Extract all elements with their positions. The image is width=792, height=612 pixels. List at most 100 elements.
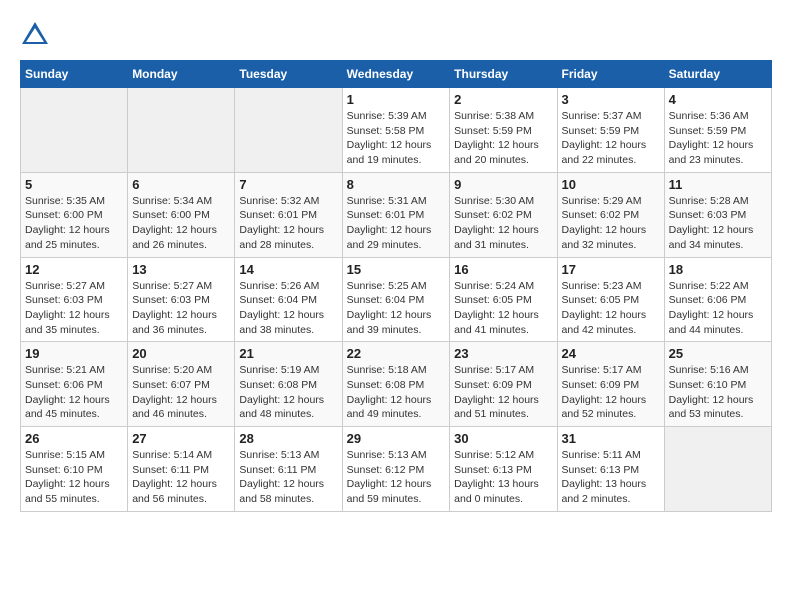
day-header-saturday: Saturday xyxy=(664,61,771,88)
day-number: 26 xyxy=(25,431,123,446)
logo-icon xyxy=(20,20,50,50)
calendar-cell xyxy=(664,427,771,512)
calendar-cell: 23 Sunrise: 5:17 AMSunset: 6:09 PMDayligh… xyxy=(450,342,557,427)
day-info: Sunrise: 5:14 AMSunset: 6:11 PMDaylight:… xyxy=(132,448,230,507)
day-info: Sunrise: 5:23 AMSunset: 6:05 PMDaylight:… xyxy=(562,279,660,338)
calendar-cell: 25Sunrise: 5:16 AMSunset: 6:10 PMDayligh… xyxy=(664,342,771,427)
calendar-cell xyxy=(21,88,128,173)
day-info: Sunrise: 5:30 AMSunset: 6:02 PMDaylight:… xyxy=(454,194,552,253)
calendar-cell: 16 Sunrise: 5:24 AMSunset: 6:05 PMDayligh… xyxy=(450,257,557,342)
day-number: 28 xyxy=(239,431,337,446)
calendar-cell: 2 Sunrise: 5:38 AMSunset: 5:59 PMDaylight… xyxy=(450,88,557,173)
day-info: Sunrise: 5:12 AMSunset: 6:13 PMDaylight:… xyxy=(454,448,552,507)
day-number: 5 xyxy=(25,177,123,192)
day-number: 20 xyxy=(132,346,230,361)
day-info: Sunrise: 5:22 AMSunset: 6:06 PMDaylight:… xyxy=(669,279,767,338)
day-number: 12 xyxy=(25,262,123,277)
day-number: 21 xyxy=(239,346,337,361)
calendar-cell: 11 Sunrise: 5:28 AMSunset: 6:03 PMDayligh… xyxy=(664,172,771,257)
calendar-cell: 8 Sunrise: 5:31 AMSunset: 6:01 PMDaylight… xyxy=(342,172,450,257)
day-info: Sunrise: 5:19 AMSunset: 6:08 PMDaylight:… xyxy=(239,363,337,422)
day-number: 16 xyxy=(454,262,552,277)
calendar-cell: 24 Sunrise: 5:17 AMSunset: 6:09 PMDayligh… xyxy=(557,342,664,427)
calendar-cell: 18 Sunrise: 5:22 AMSunset: 6:06 PMDayligh… xyxy=(664,257,771,342)
day-info: Sunrise: 5:13 AMSunset: 6:12 PMDaylight:… xyxy=(347,448,446,507)
day-number: 25 xyxy=(669,346,767,361)
calendar-cell: 28 Sunrise: 5:13 AMSunset: 6:11 PMDayligh… xyxy=(235,427,342,512)
day-number: 18 xyxy=(669,262,767,277)
calendar-cell: 19Sunrise: 5:21 AMSunset: 6:06 PMDayligh… xyxy=(21,342,128,427)
calendar-cell: 26 Sunrise: 5:15 AMSunset: 6:10 PMDayligh… xyxy=(21,427,128,512)
day-info: Sunrise: 5:17 AMSunset: 6:09 PMDaylight:… xyxy=(562,363,660,422)
day-number: 24 xyxy=(562,346,660,361)
calendar: SundayMondayTuesdayWednesdayThursdayFrid… xyxy=(20,60,772,512)
day-number: 2 xyxy=(454,92,552,107)
day-header-monday: Monday xyxy=(128,61,235,88)
day-number: 4 xyxy=(669,92,767,107)
calendar-week-row: 1 Sunrise: 5:39 AMSunset: 5:58 PMDaylight… xyxy=(21,88,772,173)
day-info: Sunrise: 5:26 AMSunset: 6:04 PMDaylight:… xyxy=(239,279,337,338)
day-number: 10 xyxy=(562,177,660,192)
day-number: 11 xyxy=(669,177,767,192)
day-info: Sunrise: 5:35 AMSunset: 6:00 PMDaylight:… xyxy=(25,194,123,253)
day-number: 15 xyxy=(347,262,446,277)
day-number: 7 xyxy=(239,177,337,192)
calendar-cell: 29 Sunrise: 5:13 AMSunset: 6:12 PMDayligh… xyxy=(342,427,450,512)
calendar-week-row: 19Sunrise: 5:21 AMSunset: 6:06 PMDayligh… xyxy=(21,342,772,427)
day-info: Sunrise: 5:28 AMSunset: 6:03 PMDaylight:… xyxy=(669,194,767,253)
day-info: Sunrise: 5:24 AMSunset: 6:05 PMDaylight:… xyxy=(454,279,552,338)
day-info: Sunrise: 5:36 AMSunset: 5:59 PMDaylight:… xyxy=(669,109,767,168)
day-header-wednesday: Wednesday xyxy=(342,61,450,88)
calendar-cell: 31Sunrise: 5:11 AMSunset: 6:13 PMDayligh… xyxy=(557,427,664,512)
calendar-cell: 10 Sunrise: 5:29 AMSunset: 6:02 PMDayligh… xyxy=(557,172,664,257)
day-header-thursday: Thursday xyxy=(450,61,557,88)
calendar-cell xyxy=(235,88,342,173)
day-info: Sunrise: 5:18 AMSunset: 6:08 PMDaylight:… xyxy=(347,363,446,422)
day-number: 1 xyxy=(347,92,446,107)
day-info: Sunrise: 5:15 AMSunset: 6:10 PMDaylight:… xyxy=(25,448,123,507)
calendar-cell: 27 Sunrise: 5:14 AMSunset: 6:11 PMDayligh… xyxy=(128,427,235,512)
day-number: 19 xyxy=(25,346,123,361)
day-number: 22 xyxy=(347,346,446,361)
day-number: 29 xyxy=(347,431,446,446)
logo xyxy=(20,20,54,50)
calendar-cell: 12 Sunrise: 5:27 AMSunset: 6:03 PMDayligh… xyxy=(21,257,128,342)
day-info: Sunrise: 5:38 AMSunset: 5:59 PMDaylight:… xyxy=(454,109,552,168)
day-info: Sunrise: 5:31 AMSunset: 6:01 PMDaylight:… xyxy=(347,194,446,253)
day-info: Sunrise: 5:11 AMSunset: 6:13 PMDaylight:… xyxy=(562,448,660,507)
calendar-week-row: 5 Sunrise: 5:35 AMSunset: 6:00 PMDaylight… xyxy=(21,172,772,257)
header xyxy=(20,20,772,50)
day-number: 17 xyxy=(562,262,660,277)
day-header-friday: Friday xyxy=(557,61,664,88)
day-info: Sunrise: 5:20 AMSunset: 6:07 PMDaylight:… xyxy=(132,363,230,422)
day-info: Sunrise: 5:27 AMSunset: 6:03 PMDaylight:… xyxy=(132,279,230,338)
calendar-cell: 4 Sunrise: 5:36 AMSunset: 5:59 PMDaylight… xyxy=(664,88,771,173)
day-number: 27 xyxy=(132,431,230,446)
calendar-cell: 17 Sunrise: 5:23 AMSunset: 6:05 PMDayligh… xyxy=(557,257,664,342)
day-number: 14 xyxy=(239,262,337,277)
day-info: Sunrise: 5:37 AMSunset: 5:59 PMDaylight:… xyxy=(562,109,660,168)
day-number: 9 xyxy=(454,177,552,192)
day-info: Sunrise: 5:34 AMSunset: 6:00 PMDaylight:… xyxy=(132,194,230,253)
calendar-cell: 15 Sunrise: 5:25 AMSunset: 6:04 PMDayligh… xyxy=(342,257,450,342)
day-number: 13 xyxy=(132,262,230,277)
day-info: Sunrise: 5:39 AMSunset: 5:58 PMDaylight:… xyxy=(347,109,446,168)
calendar-cell: 13 Sunrise: 5:27 AMSunset: 6:03 PMDayligh… xyxy=(128,257,235,342)
day-info: Sunrise: 5:13 AMSunset: 6:11 PMDaylight:… xyxy=(239,448,337,507)
calendar-cell: 14 Sunrise: 5:26 AMSunset: 6:04 PMDayligh… xyxy=(235,257,342,342)
day-info: Sunrise: 5:29 AMSunset: 6:02 PMDaylight:… xyxy=(562,194,660,253)
day-number: 30 xyxy=(454,431,552,446)
day-number: 8 xyxy=(347,177,446,192)
day-info: Sunrise: 5:25 AMSunset: 6:04 PMDaylight:… xyxy=(347,279,446,338)
day-info: Sunrise: 5:32 AMSunset: 6:01 PMDaylight:… xyxy=(239,194,337,253)
calendar-cell: 22 Sunrise: 5:18 AMSunset: 6:08 PMDayligh… xyxy=(342,342,450,427)
day-info: Sunrise: 5:17 AMSunset: 6:09 PMDaylight:… xyxy=(454,363,552,422)
calendar-cell: 5 Sunrise: 5:35 AMSunset: 6:00 PMDaylight… xyxy=(21,172,128,257)
calendar-cell: 7 Sunrise: 5:32 AMSunset: 6:01 PMDaylight… xyxy=(235,172,342,257)
day-number: 23 xyxy=(454,346,552,361)
calendar-cell: 9 Sunrise: 5:30 AMSunset: 6:02 PMDaylight… xyxy=(450,172,557,257)
calendar-cell: 6 Sunrise: 5:34 AMSunset: 6:00 PMDaylight… xyxy=(128,172,235,257)
day-info: Sunrise: 5:27 AMSunset: 6:03 PMDaylight:… xyxy=(25,279,123,338)
calendar-week-row: 12 Sunrise: 5:27 AMSunset: 6:03 PMDayligh… xyxy=(21,257,772,342)
day-number: 6 xyxy=(132,177,230,192)
